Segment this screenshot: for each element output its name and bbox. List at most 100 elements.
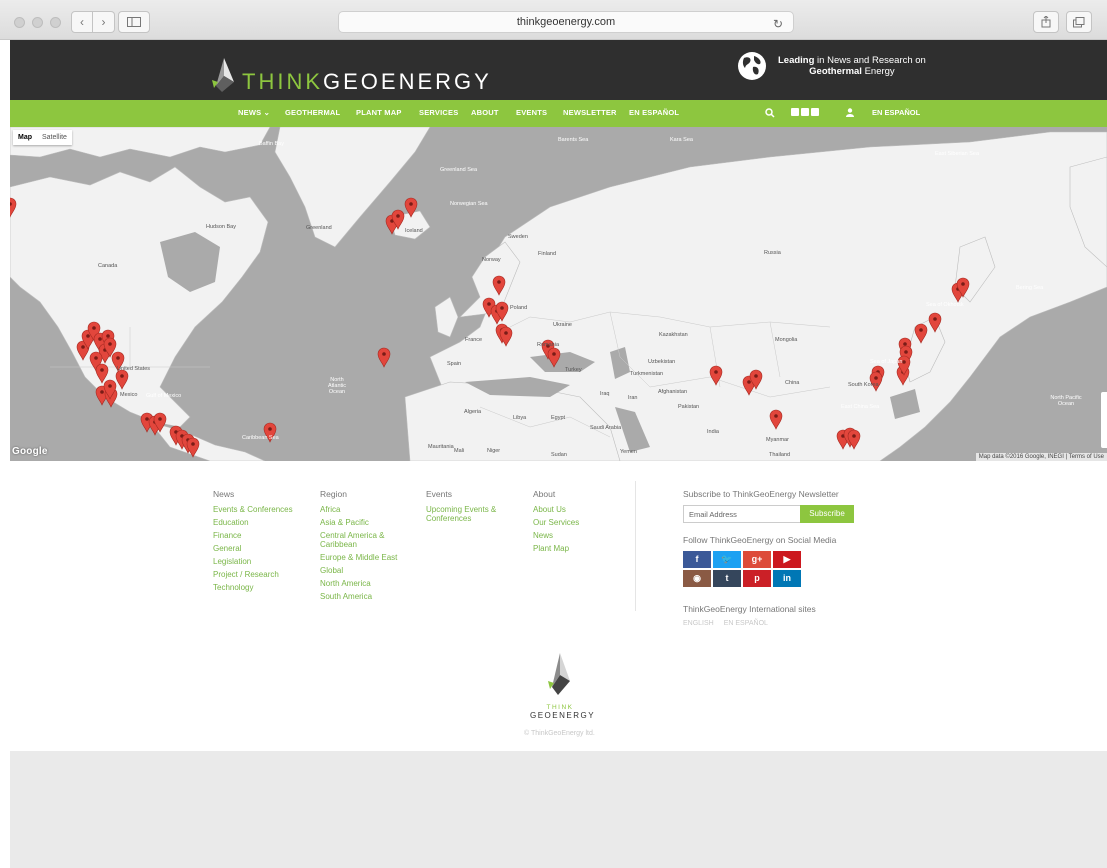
facebook-icon[interactable]: f (683, 551, 711, 568)
nav-about[interactable]: ABOUT (471, 108, 499, 117)
map-canvas[interactable] (10, 127, 1107, 461)
globe-icon (738, 52, 766, 80)
satellite-view-button[interactable]: Satellite (37, 130, 72, 145)
google-logo: Google (12, 446, 48, 457)
page-bottom-area (10, 751, 1107, 868)
main-nav: NEWS ⌄ GEOTHERMAL PLANT MAP SERVICES ABO… (10, 100, 1107, 127)
footer-news-column: News Events & Conferences Education Fina… (213, 489, 293, 596)
language-switch[interactable]: EN ESPAÑOL (872, 108, 920, 117)
minimize-window-button[interactable] (32, 17, 43, 28)
twitter-icon (801, 108, 809, 116)
footer-link[interactable]: General (213, 544, 293, 553)
copyright: © ThinkGeoEnergy ltd. (524, 730, 595, 737)
footer-link[interactable]: Conferences (426, 514, 496, 523)
show-tabs-button[interactable] (1066, 11, 1092, 33)
footer-link[interactable]: Caribbean (320, 540, 397, 549)
linkedin-icon[interactable]: in (773, 570, 801, 587)
twitter-icon[interactable]: 🐦 (713, 551, 741, 568)
footer-link[interactable]: Our Services (533, 518, 579, 527)
nav-news[interactable]: NEWS ⌄ (238, 108, 270, 117)
footer-link[interactable]: Plant Map (533, 544, 579, 553)
intl-link-espanol[interactable]: EN ESPAÑOL (724, 620, 768, 627)
footer-link[interactable]: Global (320, 566, 397, 575)
more-icon (811, 108, 819, 116)
reload-icon[interactable]: ↻ (773, 14, 783, 34)
footer-link[interactable]: Asia & Pacific (320, 518, 397, 527)
footer-link[interactable]: North America (320, 579, 397, 588)
footer-column-heading: About (533, 489, 556, 499)
tagline-text: Leading in News and Research on Geotherm… (778, 55, 926, 77)
footer-column-heading: Events (426, 489, 452, 499)
logo-mark-icon (548, 653, 570, 695)
footer-column-heading: Region (320, 489, 347, 499)
map-attribution[interactable]: Map data ©2016 Google, INEGI | Terms of … (975, 453, 1107, 461)
footer-divider (635, 481, 636, 611)
nav-plant-map[interactable]: PLANT MAP (356, 108, 402, 117)
tumblr-icon[interactable]: t (713, 570, 741, 587)
nav-newsletter[interactable]: NEWSLETTER (563, 108, 617, 117)
footer-link[interactable]: South America (320, 592, 397, 601)
pinterest-icon[interactable]: p (743, 570, 771, 587)
sidebar-icon (127, 17, 141, 27)
footer-region-column: Region Africa Asia & Pacific Central Ame… (320, 489, 397, 605)
search-icon[interactable] (765, 108, 775, 118)
zoom-control[interactable] (1101, 392, 1107, 448)
plant-map[interactable]: Map Satellite Baffin Bay Hudson Bay Cana… (10, 127, 1107, 461)
social-menu[interactable] (791, 108, 819, 116)
nav-services[interactable]: SERVICES (419, 108, 458, 117)
zoom-window-button[interactable] (50, 17, 61, 28)
footer-logo-think: THINK (546, 704, 574, 711)
sidebar-toggle-button[interactable] (118, 11, 150, 33)
forward-button[interactable]: › (93, 11, 115, 33)
footer-link[interactable]: Education (213, 518, 293, 527)
intl-sites-links: ENGLISH EN ESPAÑOL (683, 620, 776, 627)
share-icon (1041, 16, 1051, 28)
site-logo[interactable]: THINKGEOENERGY (210, 58, 492, 94)
url-text: thinkgeoenergy.com (516, 16, 616, 28)
newsletter-title: Subscribe to ThinkGeoEnergy Newsletter (683, 489, 839, 499)
email-field[interactable]: Email Address (683, 505, 801, 523)
footer-link[interactable]: Project / Research (213, 570, 293, 579)
footer-link[interactable]: About Us (533, 505, 579, 514)
footer-link[interactable]: Central America & (320, 531, 397, 540)
intl-sites-title: ThinkGeoEnergy International sites (683, 604, 816, 614)
footer-link[interactable]: Technology (213, 583, 293, 592)
nav-en-espanol[interactable]: EN ESPAÑOL (629, 108, 679, 117)
footer-link[interactable]: Europe & Middle East (320, 553, 397, 562)
browser-toolbar: ‹ › thinkgeoenergy.com ↻ (0, 0, 1107, 40)
chevron-left-icon: ‹ (80, 15, 84, 29)
facebook-icon (791, 108, 799, 116)
footer-link[interactable]: Upcoming Events & (426, 505, 496, 514)
footer-logo-geoenergy: GEOENERGY (530, 711, 596, 720)
social-icons: f 🐦 g+ ▶ ◉ t p in (683, 551, 801, 587)
map-view-button[interactable]: Map (13, 130, 37, 145)
history-buttons: ‹ › (71, 11, 115, 33)
footer-link[interactable]: Events & Conferences (213, 505, 293, 514)
footer-link[interactable]: Finance (213, 531, 293, 540)
footer-events-column: Events Upcoming Events & Conferences (426, 489, 496, 527)
user-icon[interactable] (846, 108, 854, 117)
google-plus-icon[interactable]: g+ (743, 551, 771, 568)
map-type-switch: Map Satellite (13, 130, 72, 145)
chevron-down-icon: ⌄ (263, 108, 271, 117)
nav-events[interactable]: EVENTS (516, 108, 547, 117)
footer-link[interactable]: News (533, 531, 579, 540)
subscribe-button[interactable]: Subscribe (800, 505, 854, 523)
map-pin[interactable] (263, 422, 277, 443)
intl-link-english[interactable]: ENGLISH (683, 620, 714, 627)
close-window-button[interactable] (14, 17, 25, 28)
address-bar[interactable]: thinkgeoenergy.com ↻ (338, 11, 794, 33)
instagram-icon[interactable]: ◉ (683, 570, 711, 587)
footer-link[interactable]: Africa (320, 505, 397, 514)
map-pin[interactable] (377, 347, 391, 368)
site-header: THINKGEOENERGY Leading in News and Resea… (10, 40, 1107, 100)
share-button[interactable] (1033, 11, 1059, 33)
footer-link[interactable]: Legislation (213, 557, 293, 566)
logo-text: THINKGEOENERGY (242, 69, 492, 94)
footer-logo[interactable]: THINK GEOENERGY (530, 653, 596, 720)
back-button[interactable]: ‹ (71, 11, 93, 33)
nav-geothermal[interactable]: GEOTHERMAL (285, 108, 340, 117)
footer-column-heading: News (213, 489, 235, 499)
window-controls (14, 17, 61, 28)
youtube-icon[interactable]: ▶ (773, 551, 801, 568)
